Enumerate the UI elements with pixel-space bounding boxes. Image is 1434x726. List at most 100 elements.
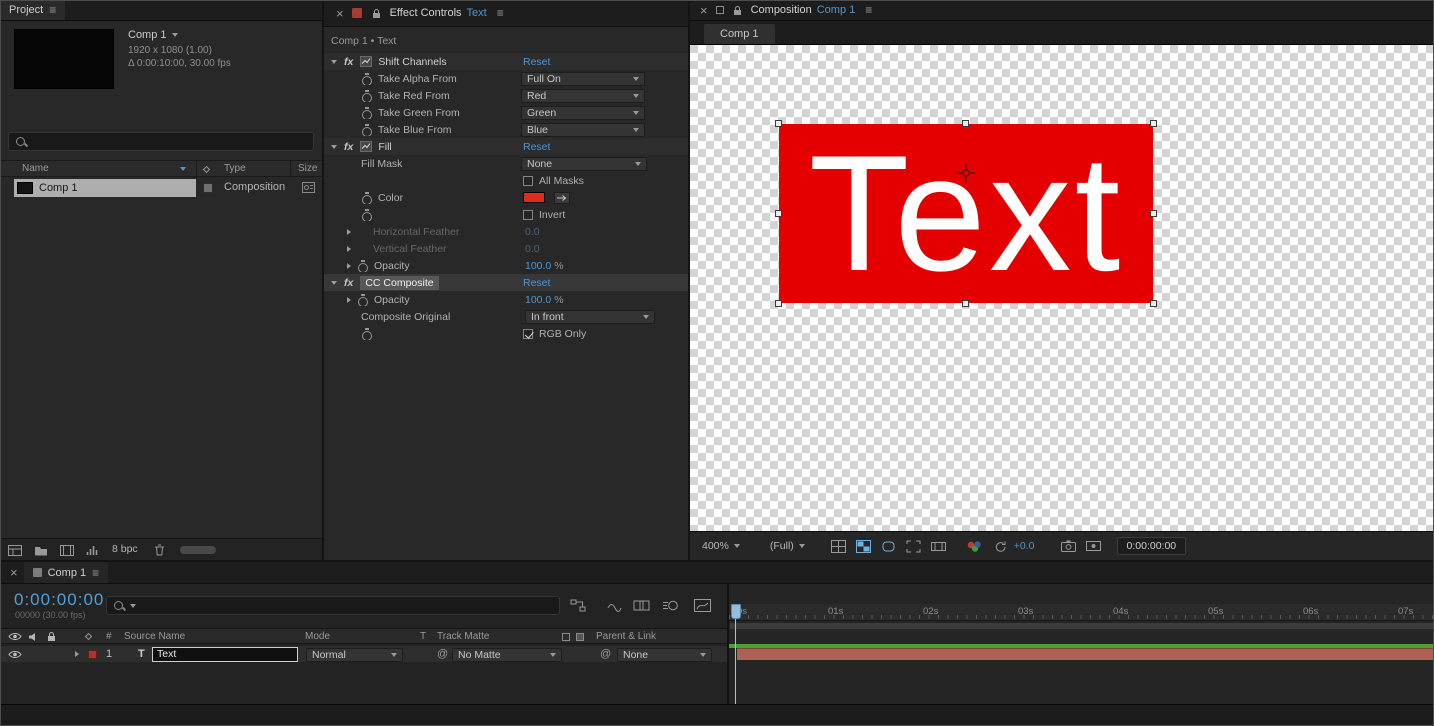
lock-icon[interactable] [733,5,742,16]
stopwatch-icon[interactable] [361,123,372,136]
interpret-footage-icon[interactable] [8,545,22,556]
twirl-open-icon[interactable] [331,144,337,149]
viewer-timecode[interactable]: 0:00:00:00 [1116,537,1187,555]
take-alpha-from-dropdown[interactable]: Full On [521,71,645,86]
selection-handle[interactable] [1150,209,1157,217]
tab-effect-controls-layer[interactable]: Text [467,7,487,19]
tab-effect-controls-label[interactable]: Effect Controls [390,7,462,19]
resolution-dropdown[interactable]: (Full) [770,540,805,552]
tab-composition-name[interactable]: Comp 1 [817,4,856,16]
fx-badge-icon[interactable]: fx [344,56,353,68]
lock-icon[interactable] [372,8,381,19]
grid-guides-icon[interactable] [830,539,846,553]
label-color-chip[interactable] [203,183,213,193]
twirl-closed-icon[interactable] [347,228,351,235]
fill-mask-dropdown[interactable]: None [521,156,647,171]
eyedropper-icon[interactable] [554,191,570,204]
layer-label-color-chip[interactable] [88,650,97,659]
reset-effect-link[interactable]: Reset [523,141,550,153]
column-header-name[interactable]: Name [22,163,49,174]
current-timecode[interactable]: 0:00:00:00 [14,590,104,610]
new-composition-icon[interactable] [60,545,74,556]
selection-handle[interactable] [775,120,782,127]
panel-menu-icon[interactable]: ≡ [497,6,504,20]
column-divider[interactable] [290,161,291,178]
fx-badge-icon[interactable]: fx [344,141,353,153]
take-green-from-dropdown[interactable]: Green [521,105,645,120]
property-value[interactable]: 100.0 [525,294,551,306]
twirl-closed-icon[interactable] [347,245,351,252]
all-masks-checkbox[interactable] [523,175,533,186]
waveform-icon[interactable] [86,544,99,556]
panel-menu-icon[interactable]: ≡ [49,3,56,17]
tab-timeline-comp1[interactable]: Comp 1 ≡ [23,562,109,583]
selection-handle[interactable] [775,209,782,217]
column-divider[interactable] [196,161,197,178]
close-icon[interactable]: × [700,4,708,17]
selection-handle[interactable] [1150,300,1157,307]
show-channel-icon[interactable] [966,540,982,553]
time-ruler[interactable]: 0s 01s 02s 03s 04s 05s 06s 07s [729,604,1434,621]
stopwatch-icon[interactable] [357,293,368,306]
stopwatch-icon[interactable] [361,208,372,221]
column-header-mode[interactable]: Mode [305,631,330,642]
audio-column-icon[interactable] [28,632,39,642]
take-red-from-dropdown[interactable]: Red [521,88,645,103]
layer-visibility-eye-icon[interactable] [8,650,22,659]
invert-checkbox[interactable] [523,209,533,220]
blend-mode-dropdown[interactable]: Normal [306,648,403,662]
reset-effect-link[interactable]: Reset [523,56,550,68]
tab-composition-label[interactable]: Composition [751,4,812,16]
close-icon[interactable]: × [336,7,344,20]
selection-handle[interactable] [962,120,969,127]
column-header-switches[interactable]: T [420,631,426,642]
close-icon[interactable]: × [10,566,18,579]
matte-pickwhip-icon[interactable]: @ [437,648,448,660]
selection-handle[interactable] [962,300,969,307]
property-value[interactable]: 0.0 [525,226,540,238]
column-header-type[interactable]: Type [224,163,246,174]
viewer-tab-comp1[interactable]: Comp 1 [704,24,775,44]
column-header-size[interactable]: Size [298,163,317,174]
layer-duration-bar[interactable] [737,648,1434,660]
twirl-closed-icon[interactable] [347,296,351,303]
shy-icon[interactable] [606,599,623,612]
fx-badge-icon[interactable]: fx [344,277,353,289]
bit-depth-button[interactable]: 8 bpc [112,543,138,555]
motion-blur-icon[interactable] [662,599,679,612]
take-blue-from-dropdown[interactable]: Blue [521,122,645,137]
tab-project[interactable]: Project ≡ [0,0,66,20]
anchor-point-icon[interactable] [957,164,975,182]
video-column-icon[interactable] [8,632,22,641]
stopwatch-icon[interactable] [361,327,372,340]
layer-name-field[interactable]: Text [152,647,298,662]
delete-icon[interactable] [154,544,165,556]
twirl-open-icon[interactable] [331,280,337,285]
column-header-parent[interactable]: Parent & Link [596,631,656,642]
panel-menu-icon[interactable]: ≡ [865,3,872,17]
stopwatch-icon[interactable] [361,106,372,119]
current-time-indicator-line[interactable] [735,619,736,704]
snapshot-camera-icon[interactable] [1060,540,1076,552]
pixel-aspect-icon[interactable] [930,540,946,553]
exposure-reset-icon[interactable] [994,540,1008,553]
parent-pickwhip-icon[interactable]: @ [600,648,611,660]
fill-color-swatch[interactable] [523,192,545,203]
zoom-dropdown[interactable]: 400% [702,540,740,552]
rgb-only-checkbox[interactable] [523,328,533,339]
transparency-grid-icon[interactable] [855,539,871,553]
show-snapshot-icon[interactable] [1085,540,1101,552]
frame-blend-icon[interactable] [633,599,650,612]
twirl-closed-icon[interactable] [347,262,351,269]
parent-dropdown[interactable]: None [617,648,712,662]
effect-name[interactable]: Fill [378,141,391,153]
stopwatch-icon[interactable] [361,89,372,102]
panel-menu-icon[interactable]: ≡ [92,566,99,580]
lock-column-icon[interactable] [47,631,56,642]
effect-name-selected[interactable]: CC Composite [360,275,439,290]
project-item-title[interactable]: Comp 1 [128,29,231,41]
region-of-interest-icon[interactable] [906,540,921,553]
new-folder-icon[interactable] [34,545,48,556]
property-value[interactable]: 0.0 [525,243,540,255]
selection-handle[interactable] [775,300,782,307]
